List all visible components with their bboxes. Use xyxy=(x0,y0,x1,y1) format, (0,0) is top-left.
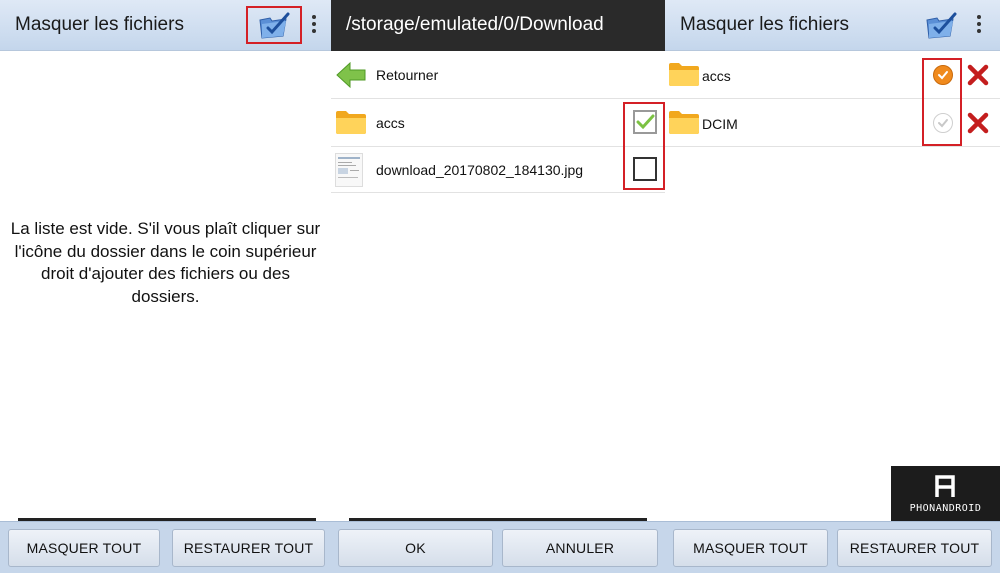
path-bar: /storage/emulated/0/Download xyxy=(331,0,665,51)
panel-hide-files-empty: Masquer les fichiers La liste est vide. … xyxy=(0,0,331,573)
page-title: Masquer les fichiers xyxy=(680,14,849,35)
folder-icon xyxy=(668,61,700,92)
bottom-bar: MASQUER TOUT RESTAURER TOUT xyxy=(0,521,331,573)
bottom-bar: OK ANNULER xyxy=(331,521,665,573)
empty-list-message: La liste est vide. S'il vous plaît cliqu… xyxy=(10,219,321,306)
back-label: Retourner xyxy=(376,67,439,83)
page-title: Masquer les fichiers xyxy=(15,14,184,35)
restore-all-button[interactable]: RESTAURER TOUT xyxy=(837,529,992,567)
folder-icon xyxy=(335,109,367,140)
item-name: DCIM xyxy=(702,116,738,132)
highlight-box xyxy=(623,102,665,190)
list-item[interactable]: download_20170802_184130.jpg xyxy=(331,147,665,193)
list-item[interactable]: accs xyxy=(331,99,665,147)
panel-file-browser: /storage/emulated/0/Download Retourner a… xyxy=(331,0,665,573)
overflow-menu-icon[interactable] xyxy=(976,15,982,35)
delete-icon[interactable] xyxy=(967,112,989,139)
add-folder-icon[interactable] xyxy=(923,10,957,40)
delete-icon[interactable] xyxy=(967,64,989,91)
hide-all-button[interactable]: MASQUER TOUT xyxy=(673,529,828,567)
image-thumbnail-icon xyxy=(335,153,363,187)
cancel-button[interactable]: ANNULER xyxy=(502,529,658,567)
restore-all-button[interactable]: RESTAURER TOUT xyxy=(172,529,325,567)
ok-button[interactable]: OK xyxy=(338,529,493,567)
panel-hidden-files-list: Masquer les fichiers accs DCIM PHONANDRO… xyxy=(665,0,1000,573)
item-name: accs xyxy=(376,115,405,131)
watermark-text: PHONANDROID xyxy=(909,503,982,514)
current-path: /storage/emulated/0/Download xyxy=(346,14,604,35)
list-item-back[interactable]: Retourner xyxy=(331,51,665,99)
highlight-box xyxy=(922,58,962,146)
watermark-logo: PHONANDROID xyxy=(891,466,1000,523)
back-arrow-icon xyxy=(335,61,367,94)
item-name: download_20170802_184130.jpg xyxy=(376,162,584,178)
folder-icon xyxy=(668,109,700,140)
app-bar: Masquer les fichiers xyxy=(665,0,1000,51)
bottom-bar: MASQUER TOUT RESTAURER TOUT xyxy=(665,521,1000,573)
hide-all-button[interactable]: MASQUER TOUT xyxy=(8,529,160,567)
overflow-menu-icon[interactable] xyxy=(311,15,317,35)
highlight-box xyxy=(246,6,302,44)
item-name: accs xyxy=(702,68,731,84)
app-bar: Masquer les fichiers xyxy=(0,0,331,51)
